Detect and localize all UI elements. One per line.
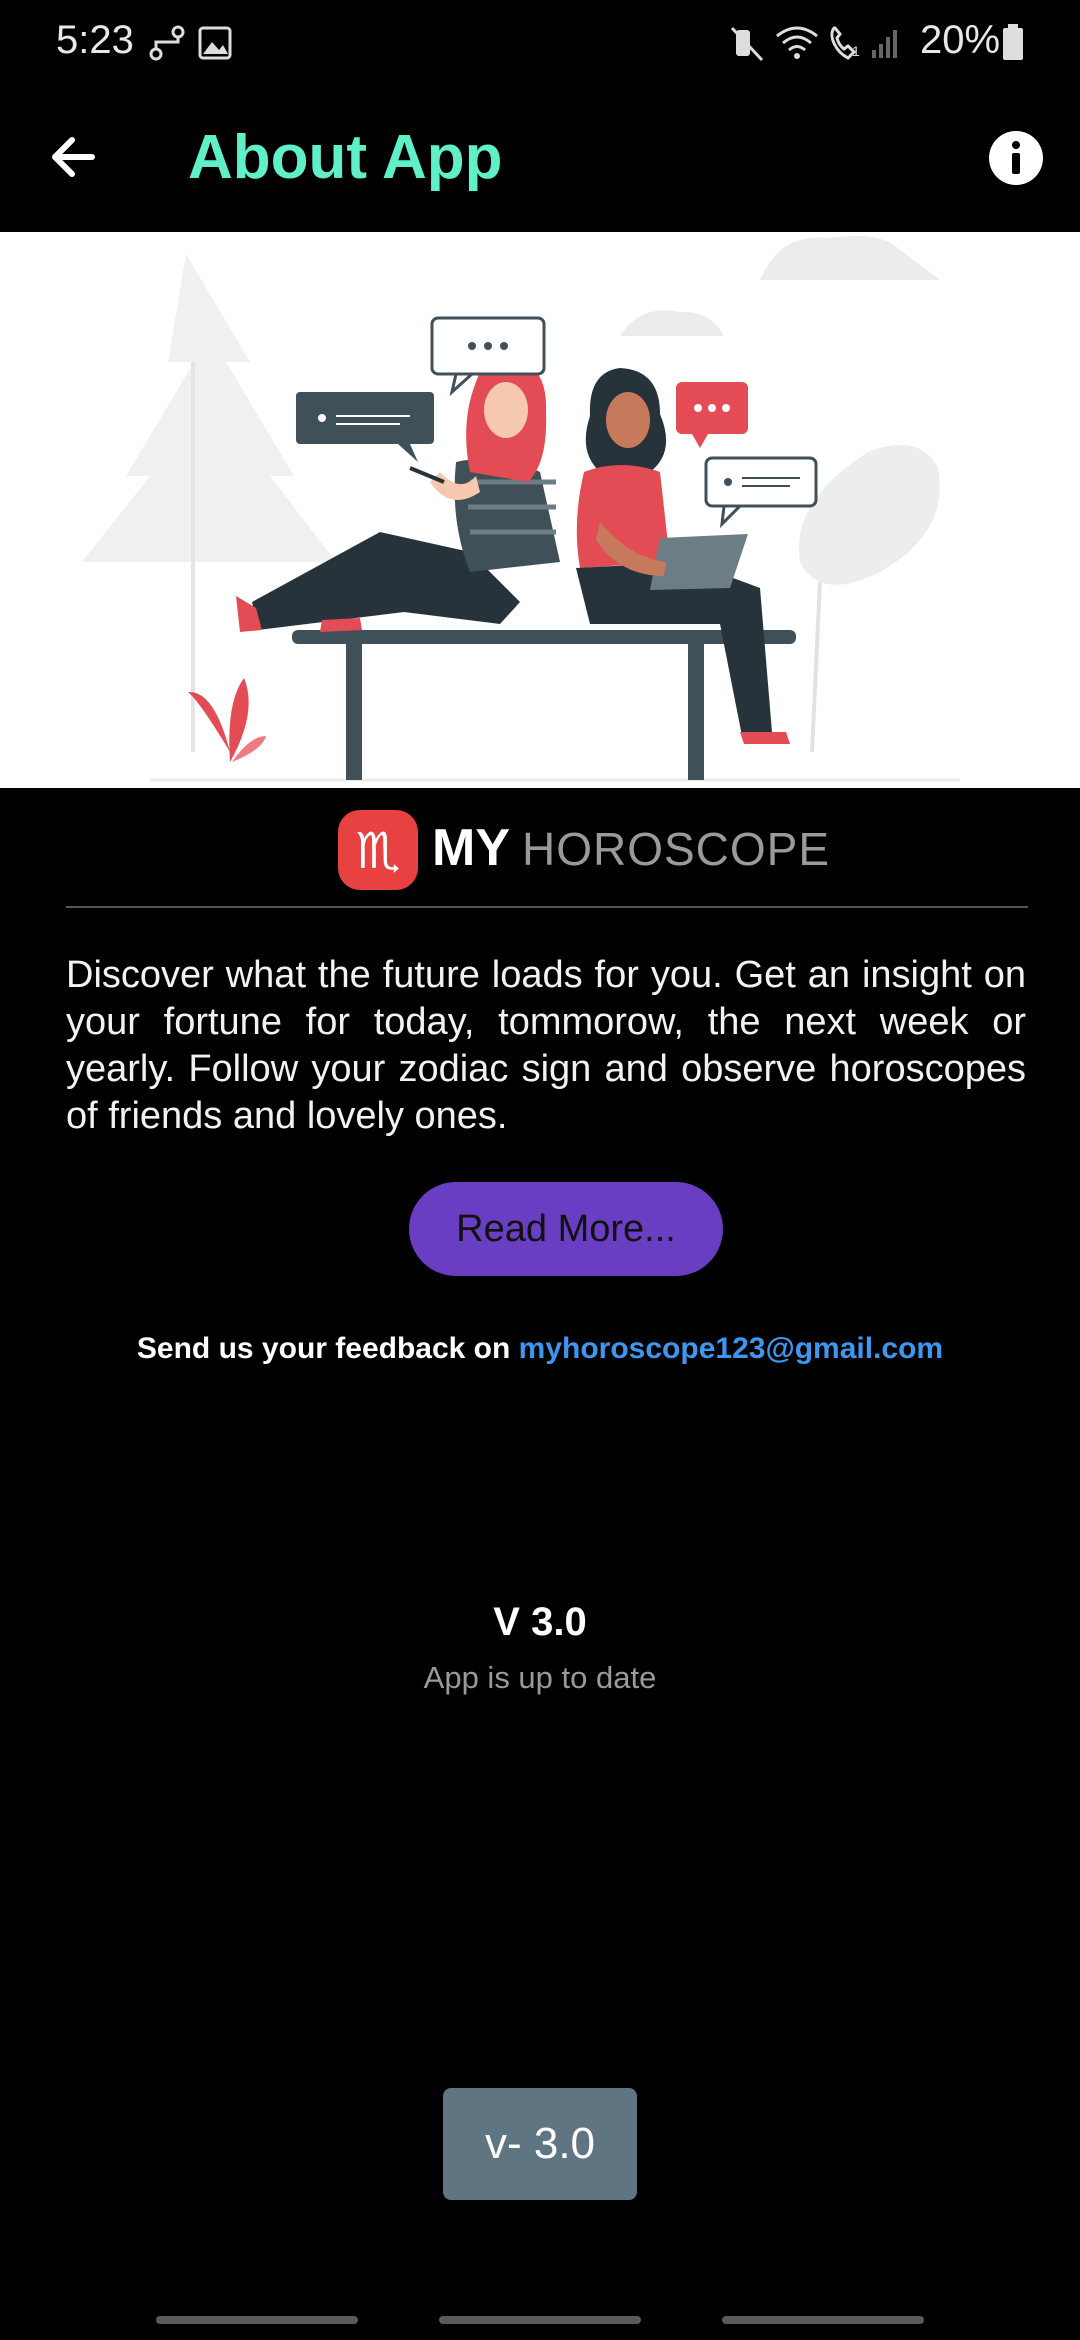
- nav-pill-right[interactable]: [722, 2316, 924, 2324]
- people-on-bench-illustration: [82, 235, 960, 782]
- info-icon[interactable]: [988, 130, 1044, 186]
- signal-icon: [872, 30, 897, 58]
- logo-glyph: ♏: [356, 822, 401, 880]
- version-title: V 3.0: [493, 1600, 587, 1644]
- scorpio-logo-icon: ♏: [338, 810, 418, 890]
- status-bar: 5:23 1 20%: [0, 0, 1080, 86]
- wifi-calling-icon: 1: [830, 26, 860, 60]
- battery-icon: [1003, 24, 1023, 60]
- update-status: App is up to date: [423, 1660, 657, 1695]
- mute-icon: [730, 26, 764, 62]
- gesture-nav-bar: [0, 2300, 1080, 2340]
- app-bar: About App: [0, 86, 1080, 232]
- read-more-button[interactable]: Read More...: [409, 1182, 723, 1276]
- brand-name-bold: MY: [432, 819, 510, 877]
- nav-pill-left[interactable]: [156, 2316, 358, 2324]
- hero-illustration: [0, 232, 1080, 788]
- version-chip: v- 3.0: [443, 2088, 637, 2200]
- page-title: About App: [188, 123, 503, 192]
- svg-text:1: 1: [852, 43, 860, 59]
- feedback-label: Send us your feedback on: [136, 1332, 511, 1365]
- battery-percentage: 20%: [920, 18, 1001, 62]
- brand-name-light: HOROSCOPE: [522, 823, 831, 875]
- feedback-line: Send us your feedback on myhoroscope123@…: [0, 1332, 1080, 1366]
- back-arrow-icon[interactable]: [40, 122, 110, 192]
- image-icon: [198, 26, 232, 60]
- link-icon: [149, 25, 185, 61]
- wifi-icon: [776, 26, 818, 59]
- divider: [66, 906, 1028, 908]
- brand-row: ♏ MY HOROSCOPE: [0, 808, 1080, 890]
- feedback-email-link[interactable]: myhoroscope123@gmail.com: [519, 1332, 943, 1365]
- app-description: Discover what the future loads for you. …: [66, 954, 1026, 1137]
- status-time: 5:23: [56, 18, 134, 62]
- nav-pill-center[interactable]: [439, 2316, 641, 2324]
